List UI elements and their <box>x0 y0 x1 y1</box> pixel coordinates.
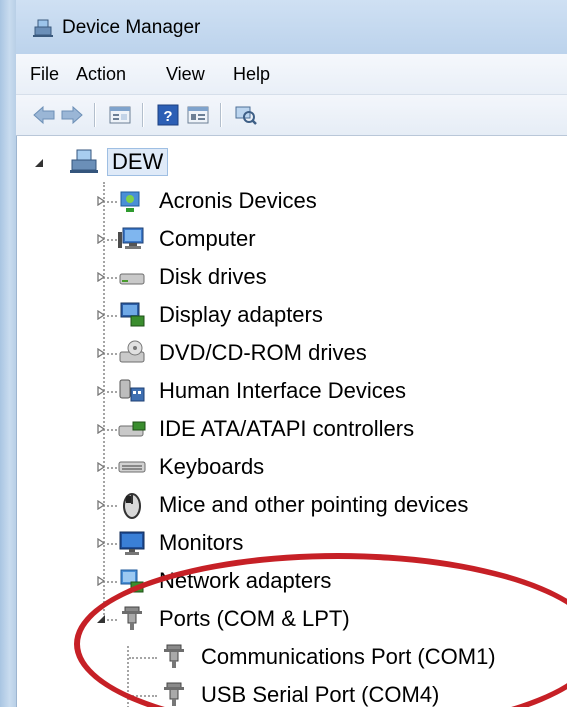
acronis-icon <box>120 191 140 212</box>
tree-connector <box>107 467 117 469</box>
expand-arrow-icon[interactable] <box>95 461 107 473</box>
toolbar-separator <box>142 103 144 127</box>
tree-connector <box>107 277 117 279</box>
tree-category-label[interactable]: Monitors <box>159 530 243 556</box>
tree-connector <box>107 543 117 545</box>
ide-controller-icon <box>118 421 146 437</box>
tree-connector <box>107 429 117 431</box>
tree-connector <box>107 201 117 203</box>
tree-category-label[interactable]: Display adapters <box>159 302 323 328</box>
device-manager-window: Device Manager File Action View Help ? D… <box>0 0 567 707</box>
tree-category-label[interactable]: Keyboards <box>159 454 264 480</box>
collapse-arrow-icon[interactable] <box>33 157 45 169</box>
menu-help[interactable]: Help <box>233 64 270 85</box>
device-manager-app-icon <box>33 19 53 37</box>
port-icon <box>122 606 142 630</box>
network-adapter-icon <box>120 569 144 593</box>
tree-connector <box>107 239 117 241</box>
tree-category-item[interactable]: Acronis Devices <box>17 182 567 220</box>
window-border <box>0 0 16 707</box>
title-bar[interactable]: Device Manager <box>16 0 567 54</box>
tree-root-label[interactable]: DEW <box>107 148 169 176</box>
menu-action[interactable]: Action <box>76 64 126 85</box>
tree-category-item[interactable]: Monitors <box>17 524 567 562</box>
view-pane-icon[interactable] <box>186 103 210 127</box>
tree-category-label[interactable]: DVD/CD-ROM drives <box>159 340 367 366</box>
tree-connector <box>129 657 157 659</box>
forward-arrow-icon[interactable] <box>60 103 84 127</box>
tree-device-label[interactable]: USB Serial Port (COM4) <box>201 682 439 707</box>
scan-hardware-icon[interactable] <box>234 103 258 127</box>
menu-file[interactable]: File <box>30 64 59 85</box>
tree-connector <box>107 353 117 355</box>
tree-connector <box>107 619 117 621</box>
expand-arrow-icon[interactable] <box>95 309 107 321</box>
expand-arrow-icon[interactable] <box>95 423 107 435</box>
tree-category-item[interactable]: Disk drives <box>17 258 567 296</box>
tree-category-item[interactable]: Mice and other pointing devices <box>17 486 567 524</box>
expand-arrow-icon[interactable] <box>95 347 107 359</box>
tree-category-label[interactable]: Human Interface Devices <box>159 378 406 404</box>
tree-category-label[interactable]: Disk drives <box>159 264 267 290</box>
expand-arrow-icon[interactable] <box>95 271 107 283</box>
expand-arrow-icon[interactable] <box>95 195 107 207</box>
hid-icon <box>119 379 145 402</box>
tree-category-label[interactable]: Network adapters <box>159 568 331 594</box>
disk-drive-icon <box>119 273 145 285</box>
tree-connector <box>107 315 117 317</box>
tree-device-item[interactable]: USB Serial Port (COM4) <box>17 676 567 707</box>
help-icon[interactable]: ? <box>156 103 180 127</box>
expand-arrow-icon[interactable] <box>95 385 107 397</box>
tree-device-label[interactable]: Communications Port (COM1) <box>201 644 496 670</box>
tree-device-item[interactable]: Communications Port (COM1) <box>17 638 567 676</box>
mouse-icon <box>123 493 141 519</box>
tree-category-item[interactable]: Display adapters <box>17 296 567 334</box>
tree-category-item[interactable]: Human Interface Devices <box>17 372 567 410</box>
properties-icon[interactable] <box>108 103 132 127</box>
tree-category-item[interactable]: Network adapters <box>17 562 567 600</box>
menu-view[interactable]: View <box>166 64 205 85</box>
keyboard-icon <box>118 461 146 473</box>
tree-category-item[interactable]: Keyboards <box>17 448 567 486</box>
monitor-icon <box>119 531 145 555</box>
tree-category-label[interactable]: Ports (COM & LPT) <box>159 606 350 632</box>
toolbar-separator <box>94 103 96 127</box>
menu-bar: File Action View Help <box>16 54 567 95</box>
collapse-arrow-icon[interactable] <box>95 613 107 625</box>
toolbar: ? <box>16 95 567 136</box>
expand-arrow-icon[interactable] <box>95 537 107 549</box>
tree-category-item[interactable]: Computer <box>17 220 567 258</box>
device-tree[interactable]: DEW Acronis Devices Computer Disk drives Di… <box>16 136 567 707</box>
computer-root-icon <box>70 149 98 173</box>
tree-category-label[interactable]: Acronis Devices <box>159 188 317 214</box>
tree-category-item[interactable]: DVD/CD-ROM drives <box>17 334 567 372</box>
tree-category-label[interactable]: Mice and other pointing devices <box>159 492 468 518</box>
display-adapter-icon <box>120 302 145 327</box>
tree-connector <box>107 505 117 507</box>
dvd-drive-icon <box>119 340 145 363</box>
toolbar-separator <box>220 103 222 127</box>
computer-icon <box>118 227 144 249</box>
tree-connector <box>107 581 117 583</box>
tree-connector <box>107 391 117 393</box>
tree-root-node[interactable]: DEW <box>17 144 567 182</box>
port-icon <box>164 644 184 668</box>
expand-arrow-icon[interactable] <box>95 499 107 511</box>
window-title: Device Manager <box>62 17 201 38</box>
tree-category-item[interactable]: Ports (COM & LPT) <box>17 600 567 638</box>
tree-category-item[interactable]: IDE ATA/ATAPI controllers <box>17 410 567 448</box>
svg-text:?: ? <box>163 108 172 125</box>
tree-connector <box>129 695 157 697</box>
back-arrow-icon[interactable] <box>32 103 56 127</box>
expand-arrow-icon[interactable] <box>95 233 107 245</box>
tree-category-label[interactable]: Computer <box>159 226 256 252</box>
expand-arrow-icon[interactable] <box>95 575 107 587</box>
port-icon <box>164 682 184 706</box>
tree-category-label[interactable]: IDE ATA/ATAPI controllers <box>159 416 414 442</box>
